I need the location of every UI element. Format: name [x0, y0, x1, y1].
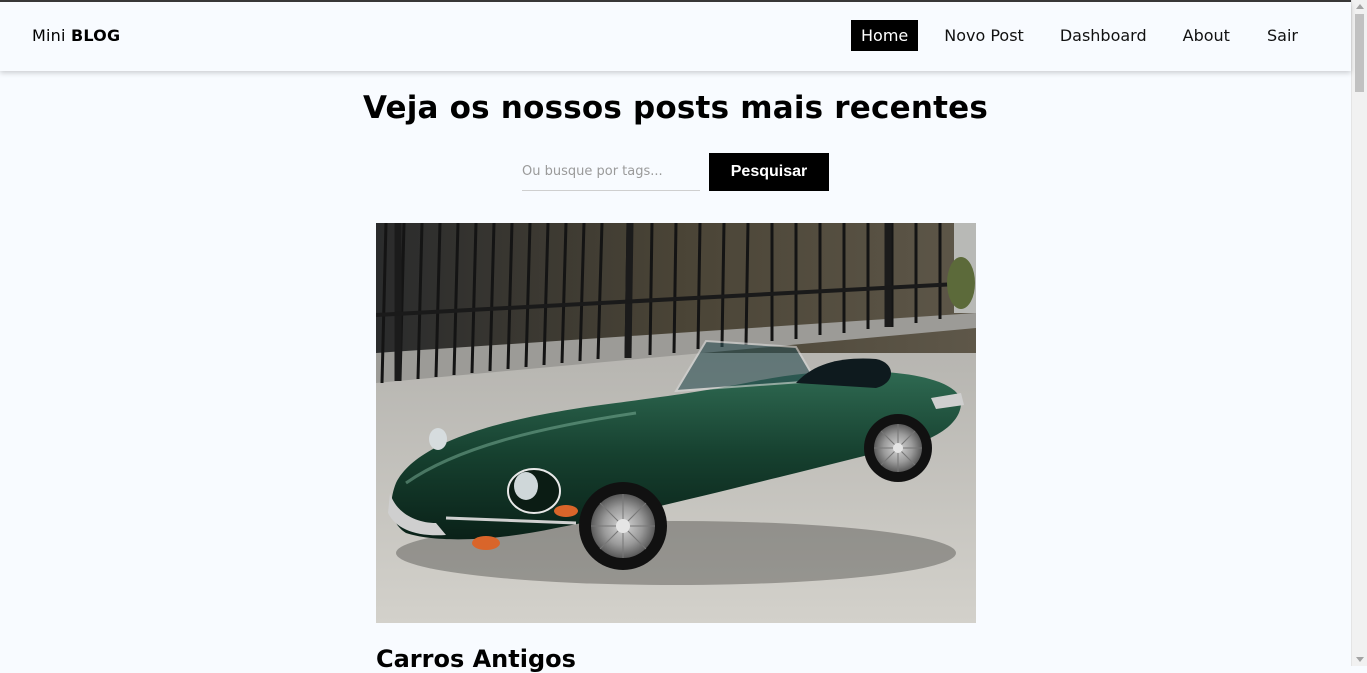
scroll-up-icon[interactable]	[1356, 4, 1364, 9]
scrollbar-thumb[interactable]	[1355, 14, 1364, 92]
nav-link-dashboard[interactable]: Dashboard	[1050, 20, 1157, 51]
search-button[interactable]: Pesquisar	[709, 153, 829, 191]
page-title: Veja os nossos posts mais recentes	[363, 90, 988, 126]
logout-button[interactable]: Sair	[1267, 26, 1298, 45]
search-form: Pesquisar	[522, 153, 829, 191]
post-title[interactable]: Carros Antigos	[376, 645, 576, 673]
navbar: Mini BLOG Home Novo Post Dashboard About…	[0, 2, 1351, 71]
scroll-down-icon[interactable]	[1356, 657, 1364, 662]
brand-bold: BLOG	[70, 26, 121, 45]
nav-link-home[interactable]: Home	[851, 20, 919, 51]
search-input[interactable]	[522, 153, 700, 191]
brand-logo[interactable]: Mini BLOG	[32, 26, 120, 45]
post-image[interactable]	[376, 223, 976, 623]
page-scrollbar[interactable]	[1351, 0, 1367, 666]
nav-link-about[interactable]: About	[1173, 20, 1240, 51]
nav-link-new-post[interactable]: Novo Post	[934, 20, 1034, 51]
brand-prefix: Mini	[32, 26, 66, 45]
nav-links: Home Novo Post Dashboard About	[851, 20, 1240, 51]
classic-car-photo-icon	[376, 223, 976, 623]
